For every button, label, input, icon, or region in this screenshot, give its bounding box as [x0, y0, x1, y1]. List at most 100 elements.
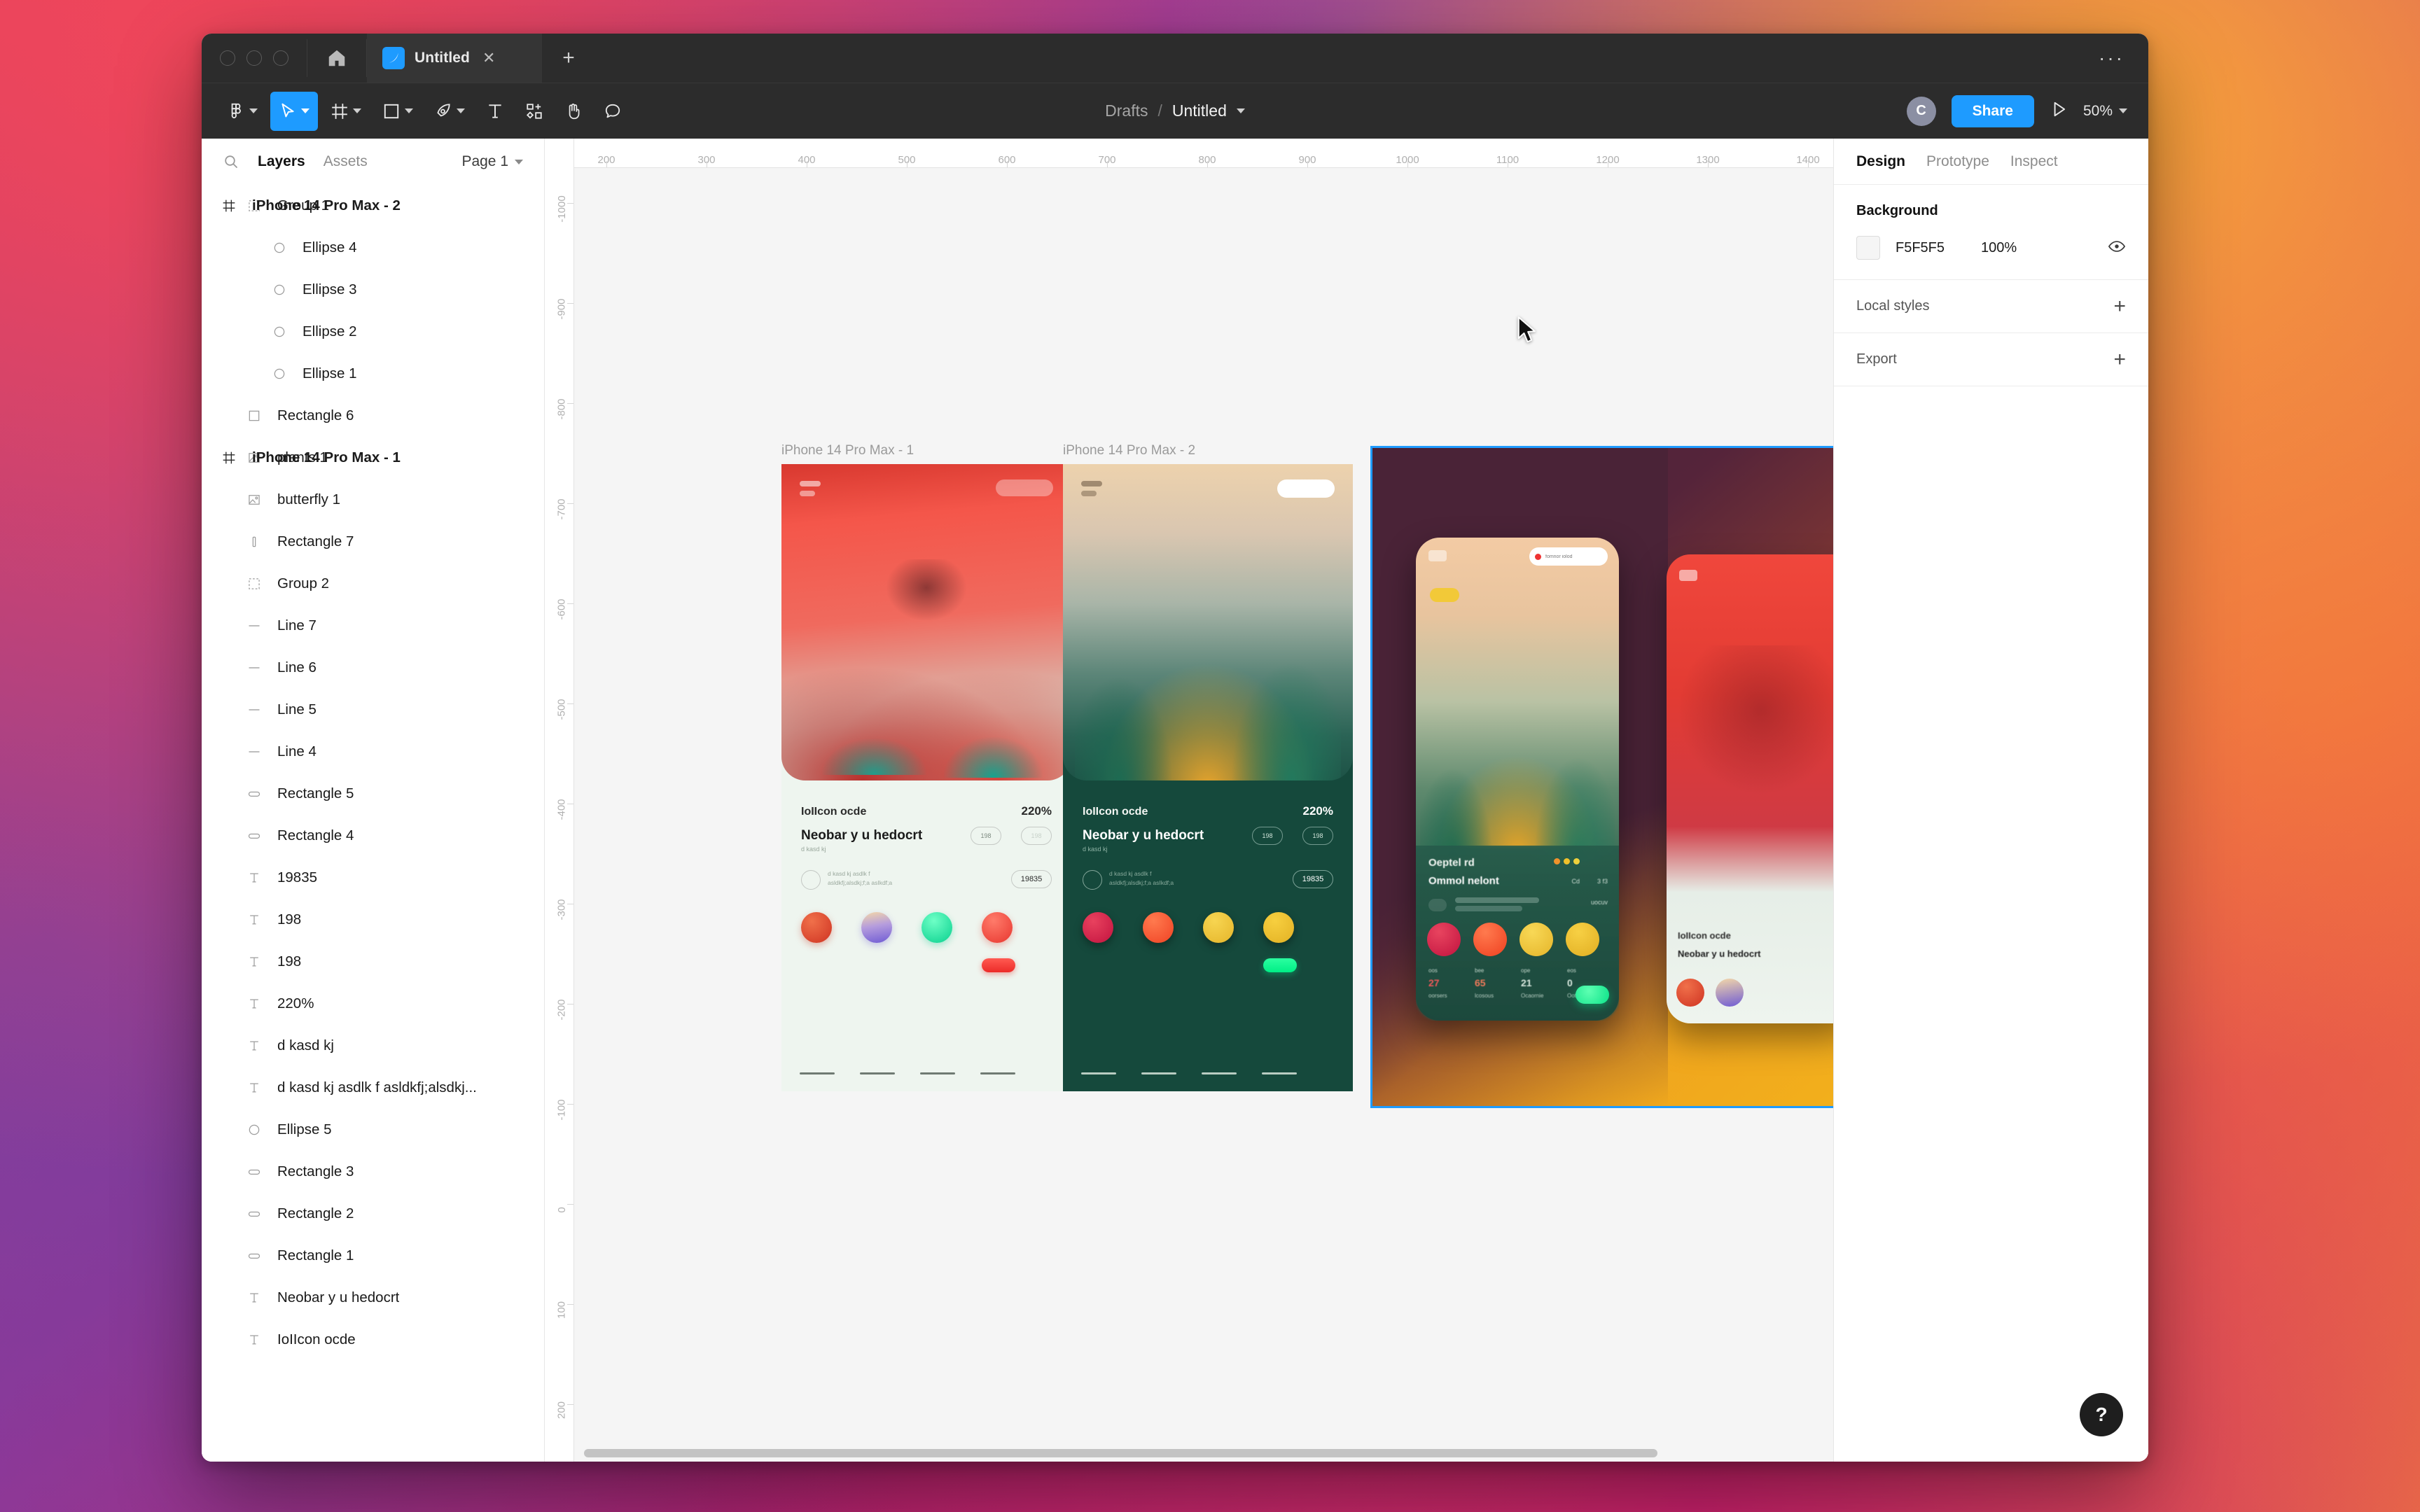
layer-row-iphone-14-pro-max-2[interactable]: iPhone 14 Pro Max - 2	[202, 185, 412, 227]
help-button[interactable]: ?	[2080, 1393, 2123, 1436]
layer-row-line-4[interactable]: Line 4	[202, 731, 544, 773]
layer-row-d-kasd-kj[interactable]: d kasd kj	[202, 1025, 544, 1067]
text-tool-button[interactable]	[478, 92, 513, 131]
layer-row-rectangle-3[interactable]: Rectangle 3	[202, 1151, 544, 1193]
frame-label-1[interactable]: iPhone 14 Pro Max - 1	[781, 443, 914, 458]
new-tab-button[interactable]: +	[542, 34, 595, 83]
layer-row-line-5[interactable]: Line 5	[202, 689, 544, 731]
mock2-swatch-4[interactable]	[1263, 912, 1294, 943]
canvas[interactable]: 200 300 400 500 600 700 800 900 1000 1100 1200 1300…	[545, 139, 1833, 1462]
layer-row-rectangle-5[interactable]: Rectangle 5	[202, 773, 544, 815]
layer-row-neobar-y-u-hedocrt[interactable]: Neobar y u hedocrt	[202, 1277, 544, 1319]
tab-inspect[interactable]: Inspect	[2010, 153, 2058, 170]
mock1-pill-b[interactable]: 198	[1021, 827, 1052, 845]
mock1-swatch-3[interactable]	[922, 912, 952, 943]
hand-tool-button[interactable]	[556, 92, 591, 131]
mock2-pill-b[interactable]: 198	[1302, 827, 1333, 845]
zoom-control[interactable]: 50%	[2083, 103, 2127, 120]
horizontal-scrollbar[interactable]	[578, 1449, 1826, 1457]
move-tool-button[interactable]	[270, 91, 318, 131]
layer-row-rectangle-1[interactable]: Rectangle 1	[202, 1235, 544, 1277]
frame3-badge-dot	[1535, 553, 1541, 560]
chevron-down-icon[interactable]	[1236, 108, 1245, 113]
layer-row-ellipse-3[interactable]: Ellipse 3	[202, 269, 544, 311]
layer-row-ellipse-1[interactable]: Ellipse 1	[202, 353, 544, 395]
mock2-swatch-1[interactable]	[1083, 912, 1113, 943]
frame-icon	[217, 451, 241, 465]
layer-row-19835[interactable]: 19835	[202, 857, 544, 899]
layer-row-ellipse-2[interactable]: Ellipse 2	[202, 311, 544, 353]
present-button[interactable]	[2050, 100, 2068, 122]
layer-row-ellipse-5[interactable]: Ellipse 5	[202, 1109, 544, 1151]
maximize-window-icon[interactable]	[273, 50, 288, 66]
layer-row-ioiicon-ocde[interactable]: IoIIcon ocde	[202, 1319, 544, 1361]
layer-row-ellipse-4[interactable]: Ellipse 4	[202, 227, 544, 269]
pen-tool-button[interactable]	[426, 92, 473, 131]
page-selector[interactable]: Page 1	[461, 153, 523, 170]
frame-label-2[interactable]: iPhone 14 Pro Max - 2	[1063, 443, 1195, 458]
layers-list[interactable]: iPhone 14 Pro Max - 2 Group 1 Ellipse 4 Ell…	[202, 185, 544, 1462]
layer-row-butterfly-1[interactable]: butterfly 1	[202, 479, 544, 521]
layer-row-198[interactable]: 198	[202, 941, 544, 983]
layer-row-rectangle-6[interactable]: Rectangle 6	[202, 395, 544, 437]
mock1-swatch-1[interactable]	[801, 912, 832, 943]
layer-row-line-6[interactable]: Line 6	[202, 647, 544, 689]
mock2-swatch-3[interactable]	[1203, 912, 1234, 943]
text-icon	[242, 955, 266, 969]
background-visibility-toggle[interactable]	[2108, 237, 2126, 259]
layer-row-iphone-14-pro-max-1[interactable]: iPhone 14 Pro Max - 1	[202, 437, 412, 479]
tab-layers[interactable]: Layers	[258, 153, 305, 170]
canvas-stage[interactable]: iPhone 14 Pro Max - 1 IoIIcon ocde 220% …	[574, 168, 1833, 1462]
tab-assets[interactable]: Assets	[324, 153, 368, 170]
resources-tool-button[interactable]	[517, 92, 552, 131]
mock1-swatch-4[interactable]	[982, 912, 1013, 943]
tab-prototype[interactable]: Prototype	[1926, 153, 1989, 170]
mock2-pill-a[interactable]: 198	[1252, 827, 1283, 845]
mock2-cta-button[interactable]	[1263, 958, 1297, 972]
layer-row-220[interactable]: 220%	[202, 983, 544, 1025]
frame3-stat-sub-3: Ocaornie	[1521, 993, 1544, 999]
background-opacity-value[interactable]: 100%	[1981, 240, 2017, 256]
file-tab[interactable]: Untitled ✕	[367, 34, 542, 83]
add-export-button[interactable]: +	[2113, 349, 2126, 370]
breadcrumb-current[interactable]: Untitled	[1172, 102, 1227, 120]
traffic-lights[interactable]	[202, 34, 307, 83]
share-button[interactable]: Share	[1951, 94, 2034, 127]
minimize-window-icon[interactable]	[246, 50, 262, 66]
local-styles-section[interactable]: Local styles +	[1834, 280, 2148, 333]
layer-row-rectangle-7[interactable]: Rectangle 7	[202, 521, 544, 563]
mock1-swatch-2[interactable]	[861, 912, 892, 943]
background-color-swatch[interactable]	[1856, 236, 1880, 260]
scrollbar-thumb[interactable]	[584, 1449, 1657, 1457]
mock1-pill-c[interactable]: 19835	[1011, 870, 1052, 888]
comment-tool-button[interactable]	[595, 92, 630, 131]
tab-design[interactable]: Design	[1856, 153, 1905, 170]
layer-row-group-2[interactable]: Group 2	[202, 563, 544, 605]
export-section[interactable]: Export +	[1834, 333, 2148, 386]
avatar[interactable]: C	[1906, 96, 1936, 126]
search-icon[interactable]	[223, 153, 239, 170]
frame-iphone-1[interactable]: IoIIcon ocde 220% Neobar y u hedocrt d k…	[781, 464, 1071, 1091]
breadcrumb-parent[interactable]: Drafts	[1105, 102, 1148, 120]
mock1-pill-a[interactable]: 198	[971, 827, 1001, 845]
layer-row-rectangle-4[interactable]: Rectangle 4	[202, 815, 544, 857]
background-hex-value[interactable]: F5F5F5	[1896, 240, 1945, 256]
butterfly-graphic	[884, 559, 968, 622]
frame-tool-button[interactable]	[322, 92, 370, 131]
frame-iphone-2[interactable]: IoIIcon ocde 220% Neobar y u hedocrt d k…	[1063, 464, 1353, 1091]
layer-row-d-kasd-kj-asdlk-f-asldkfj-alsdkj[interactable]: d kasd kj asdlk f asldkfj;alsdkj...	[202, 1067, 544, 1109]
layer-row-198[interactable]: 198	[202, 899, 544, 941]
frame-selected-preview[interactable]: fomnor iolod Oeptel rd Ommol nelont Cd 3…	[1370, 446, 1833, 1108]
layer-row-line-7[interactable]: Line 7	[202, 605, 544, 647]
mock2-swatch-2[interactable]	[1143, 912, 1174, 943]
window-more-menu[interactable]: ···	[2075, 34, 2148, 83]
close-window-icon[interactable]	[220, 50, 235, 66]
mock2-pill-c[interactable]: 19835	[1293, 870, 1333, 888]
mock1-cta-button[interactable]	[982, 958, 1015, 972]
figma-menu-button[interactable]	[218, 92, 266, 131]
layer-row-rectangle-2[interactable]: Rectangle 2	[202, 1193, 544, 1235]
close-tab-icon[interactable]: ✕	[482, 50, 495, 66]
add-local-style-button[interactable]: +	[2113, 296, 2126, 317]
home-button[interactable]	[307, 34, 366, 83]
shape-tool-button[interactable]	[374, 92, 422, 131]
